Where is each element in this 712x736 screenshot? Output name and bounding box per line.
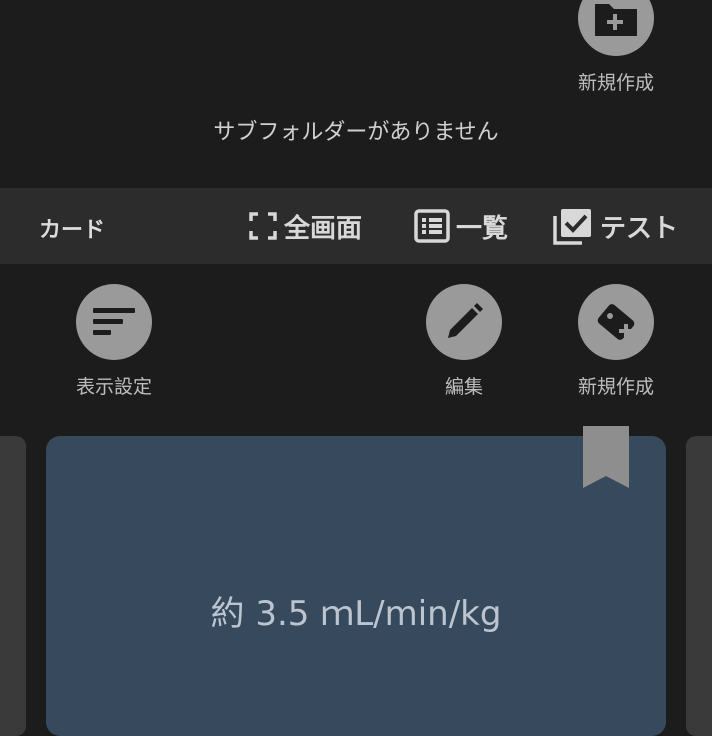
fullscreen-label: 全画面: [284, 213, 363, 244]
card-toolbar: カード 全画面 一覧 テスト: [0, 188, 712, 264]
card-front-text: 約 3.5 ｍL/min/kg: [210, 594, 502, 634]
new-folder-label: 新規作成: [577, 72, 654, 94]
edit-button[interactable]: [426, 284, 502, 360]
add-card-icon: [597, 304, 635, 340]
test-button[interactable]: テスト: [552, 206, 678, 246]
fullscreen-icon: [249, 212, 277, 240]
next-card[interactable]: [686, 436, 712, 736]
folder-plus-icon: [595, 4, 637, 36]
test-check-icon: [553, 209, 591, 245]
test-label: テスト: [600, 213, 679, 244]
bookmark-icon[interactable]: [581, 426, 631, 490]
toolbar-title: カード: [39, 218, 106, 243]
previous-card[interactable]: [0, 436, 26, 736]
new-folder-button[interactable]: [578, 0, 654, 56]
edit-label: 編集: [444, 376, 483, 398]
sort-lines-icon: [93, 308, 135, 335]
pencil-icon: [448, 303, 483, 338]
list-icon: [414, 209, 450, 243]
new-card-label: 新規作成: [577, 376, 654, 398]
display-settings-button[interactable]: [76, 284, 152, 360]
new-card-button[interactable]: [578, 284, 654, 360]
flash-card[interactable]: 約 3.5 ｍL/min/kg: [46, 426, 666, 736]
list-label: 一覧: [456, 213, 509, 244]
display-settings-label: 表示設定: [75, 376, 152, 398]
list-button[interactable]: 一覧: [414, 206, 508, 246]
fullscreen-button[interactable]: 全画面: [248, 206, 362, 246]
no-subfolder-message: サブフォルダーがありません: [213, 120, 499, 145]
